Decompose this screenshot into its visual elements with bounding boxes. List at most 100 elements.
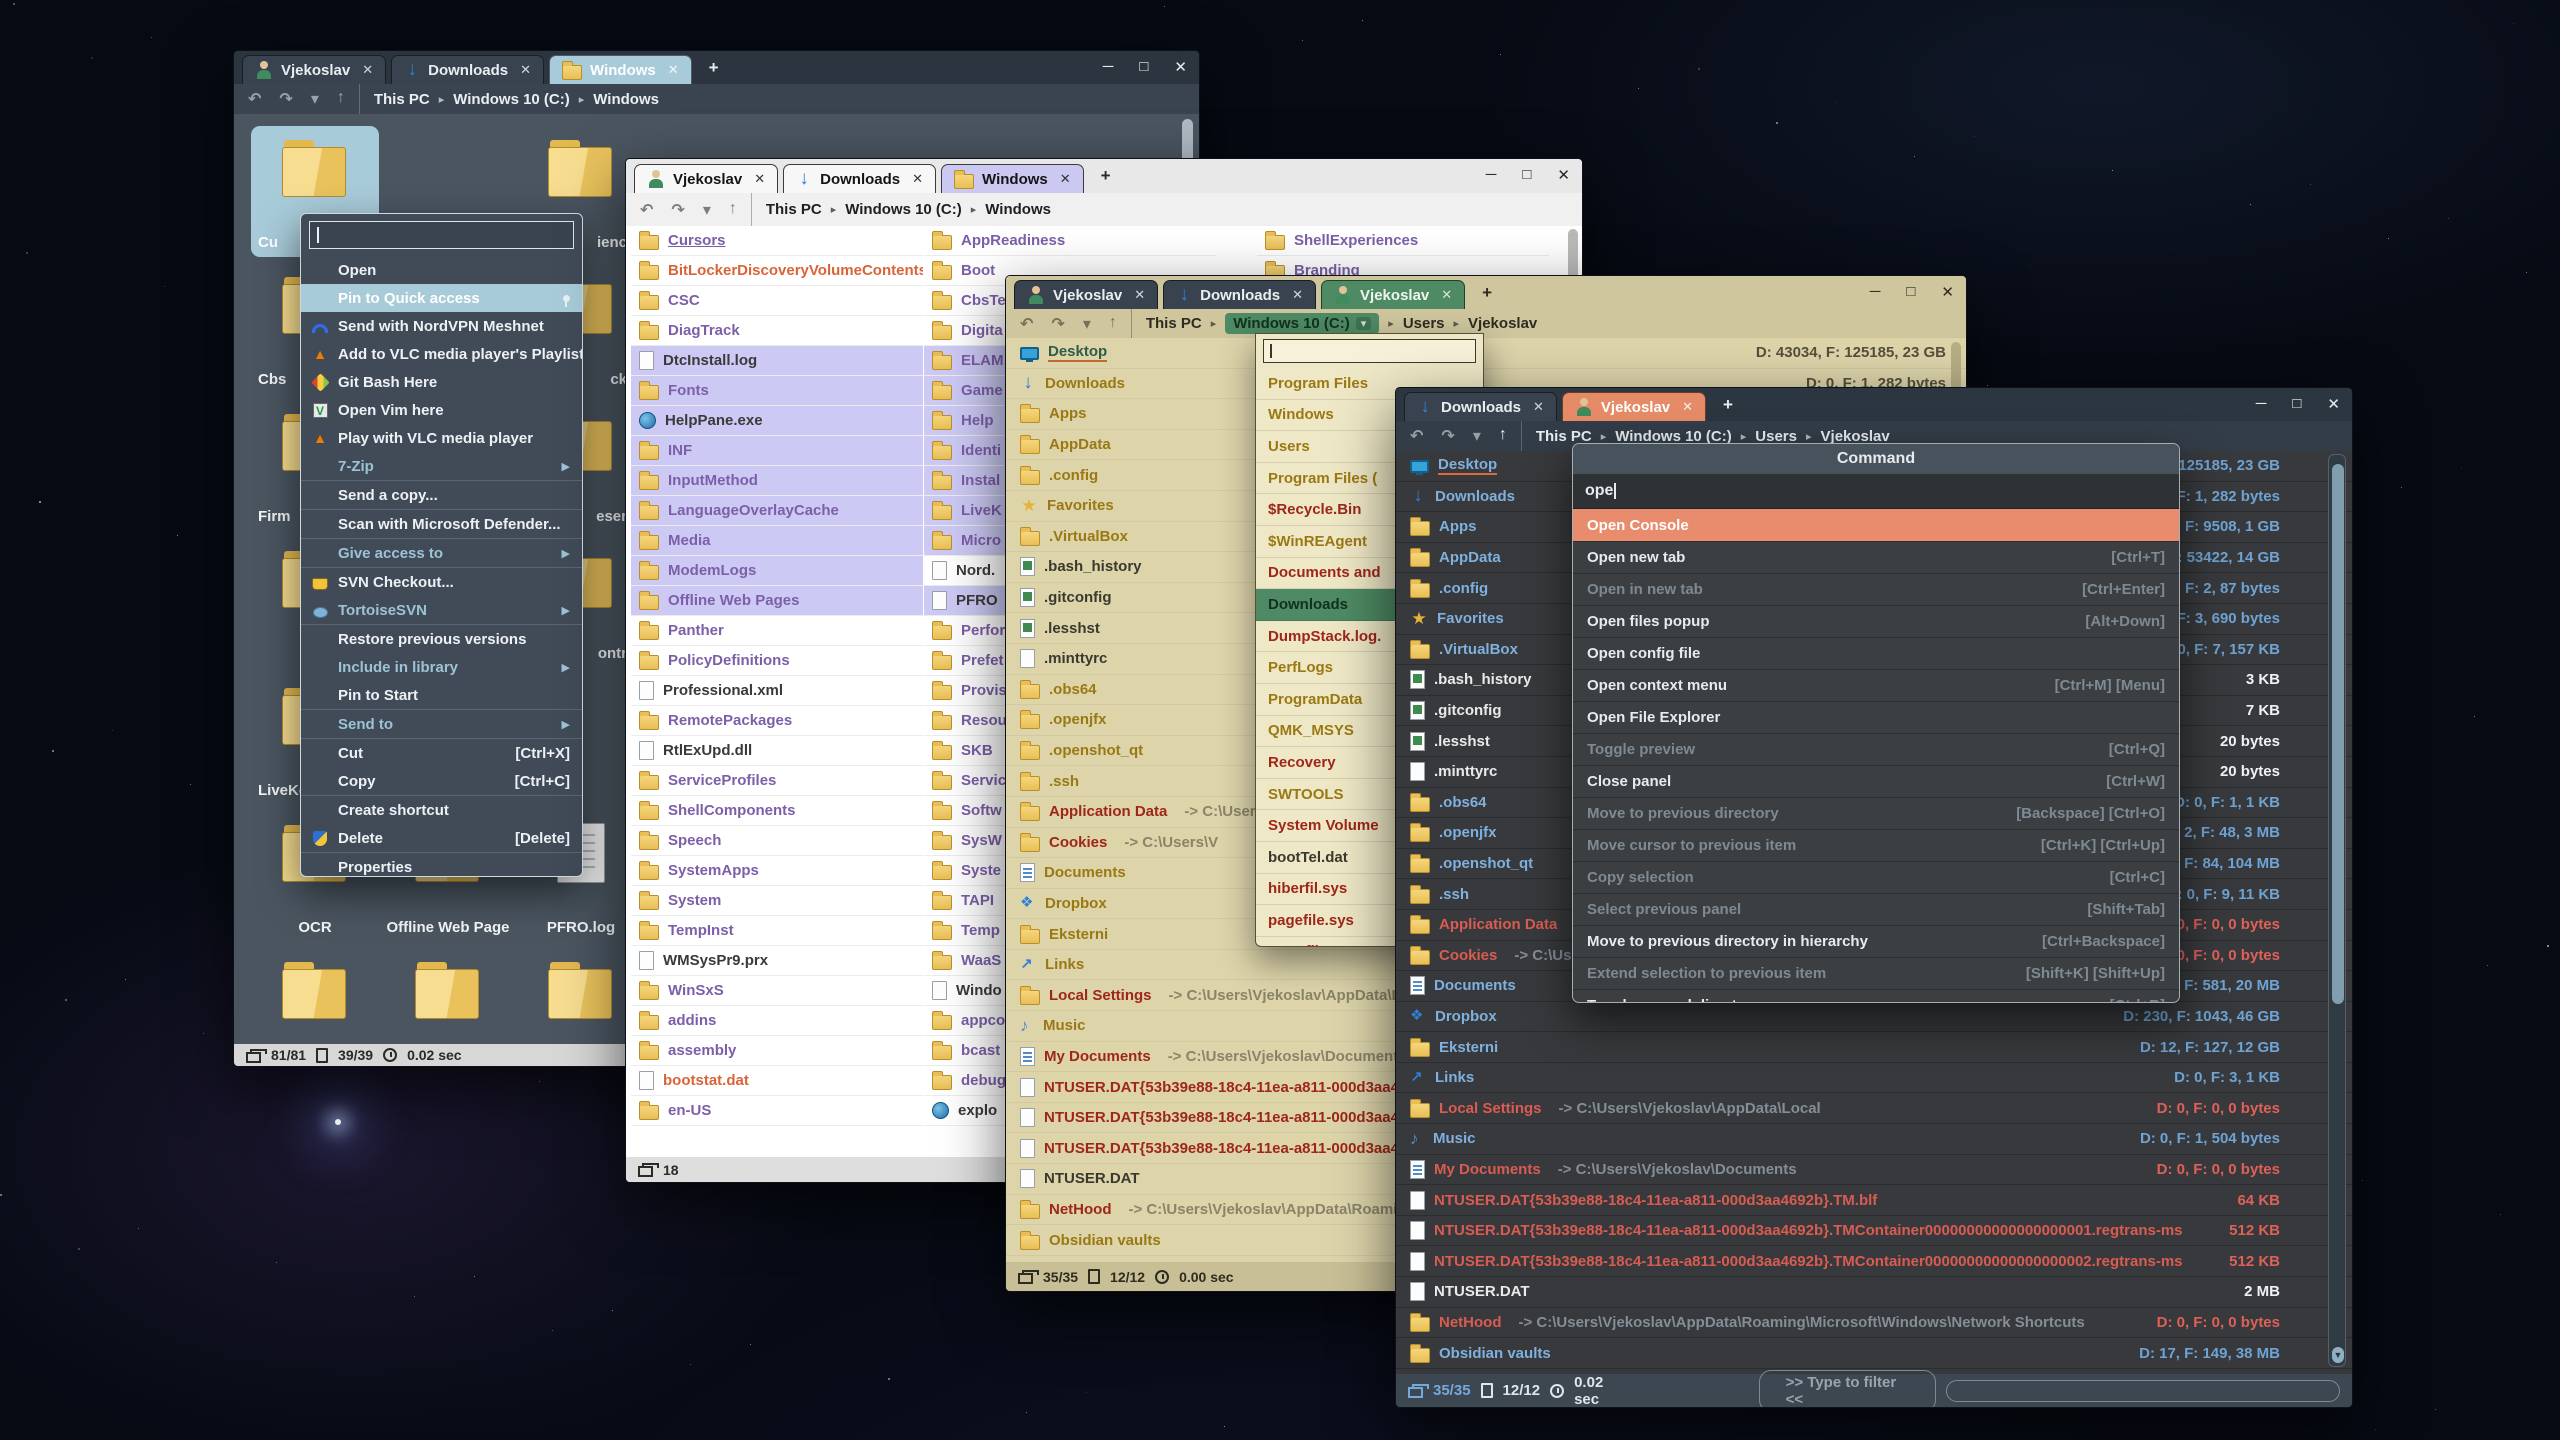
close-button[interactable]: ✕ xyxy=(2327,395,2340,413)
tab-windows[interactable]: Windows✕ xyxy=(941,164,1084,193)
maximize-button[interactable]: □ xyxy=(1906,283,1915,301)
file-row-media[interactable]: Media xyxy=(631,526,923,556)
close-button[interactable]: ✕ xyxy=(1557,166,1570,184)
command-move-to-previous-directory-in-hierarchy[interactable]: Move to previous directory in hierarchy[… xyxy=(1573,925,2179,957)
forward-button[interactable]: ↷ xyxy=(671,200,684,220)
tab-vjekoslav[interactable]: Vjekoslav✕ xyxy=(1562,392,1706,421)
forward-button[interactable]: ↷ xyxy=(1051,314,1064,334)
history-dropdown-button[interactable]: ▾ xyxy=(703,200,711,220)
command-copy-selection[interactable]: Copy selection[Ctrl+C] xyxy=(1573,861,2179,893)
file-row-ntuser-dat-53b39e88-18c4-11ea-a811-000d3[interactable]: NTUSER.DAT{53b39e88-18c4-11ea-a811-000d3… xyxy=(1396,1185,2352,1216)
file-row-systemapps[interactable]: SystemApps xyxy=(631,856,923,886)
tab-vjekoslav[interactable]: Vjekoslav✕ xyxy=(1321,280,1465,309)
menu-item-play-with-vlc-media-player[interactable]: Play with VLC media player xyxy=(301,424,582,452)
menu-item-open-vim-here[interactable]: Open Vim here xyxy=(301,396,582,424)
menu-item-copy[interactable]: Copy[Ctrl+C] xyxy=(301,767,582,795)
history-dropdown-button[interactable]: ▾ xyxy=(1083,314,1091,334)
history-dropdown-button[interactable]: ▾ xyxy=(1473,426,1481,446)
menu-item-tortoisesvn[interactable]: TortoiseSVN▶ xyxy=(301,596,582,624)
forward-button[interactable]: ↷ xyxy=(279,89,292,109)
tab-close-icon[interactable]: ✕ xyxy=(1292,287,1303,303)
file-row-panther[interactable]: Panther xyxy=(631,616,923,646)
file-row-shellexperiences[interactable]: ShellExperiences xyxy=(1257,226,1549,256)
menu-item-svn-checkout[interactable]: SVN Checkout... xyxy=(301,568,582,596)
menu-item-pin-to-quick-access[interactable]: Pin to Quick access xyxy=(301,284,582,312)
file-row-my-documents[interactable]: My Documents-> C:\Users\Vjekoslav\Docume… xyxy=(1396,1155,2352,1186)
file-row-links[interactable]: LinksD: 0, F: 3, 1 KB xyxy=(1396,1063,2352,1094)
file-row-winsxs[interactable]: WinSxS xyxy=(631,976,923,1006)
new-tab-button[interactable]: + xyxy=(697,58,731,78)
up-button[interactable]: ↑ xyxy=(1499,426,1507,446)
file-row-en-us[interactable]: en-US xyxy=(631,1096,923,1126)
file-row-addins[interactable]: addins xyxy=(631,1006,923,1036)
history-dropdown-button[interactable]: ▾ xyxy=(311,89,319,109)
file-row-ntuser-dat-53b39e88-18c4-11ea-a811-000d3[interactable]: NTUSER.DAT{53b39e88-18c4-11ea-a811-000d3… xyxy=(1396,1246,2352,1277)
back-button[interactable]: ↶ xyxy=(1020,314,1033,334)
up-button[interactable]: ↑ xyxy=(337,89,345,109)
horizontal-scrollbar[interactable] xyxy=(1946,1380,2340,1402)
breadcrumb-this-pc[interactable]: This PC xyxy=(374,91,430,108)
file-row-helppane-exe[interactable]: HelpPane.exe xyxy=(631,406,923,436)
type-to-filter-button[interactable]: >> Type to filter << xyxy=(1759,1370,1936,1409)
menu-item-send-to[interactable]: Send to▶ xyxy=(301,710,582,738)
file-row-wmsyspr9-prx[interactable]: WMSysPr9.prx xyxy=(631,946,923,976)
command-open-config-file[interactable]: Open config file xyxy=(1573,637,2179,669)
minimize-button[interactable]: ─ xyxy=(1870,283,1881,301)
close-button[interactable]: ✕ xyxy=(1941,283,1954,301)
file-tile-item[interactable] xyxy=(384,948,512,1044)
file-row-bitlockerdiscoveryvolumecontents[interactable]: BitLockerDiscoveryVolumeContents xyxy=(631,256,923,286)
back-button[interactable]: ↶ xyxy=(1410,426,1423,446)
drive-dropdown-caret-icon[interactable]: ▾ xyxy=(1356,317,1372,330)
up-button[interactable]: ↑ xyxy=(1109,314,1117,334)
menu-item-send-a-copy[interactable]: Send a copy... xyxy=(301,481,582,509)
file-row-ntuser-dat[interactable]: NTUSER.DAT2 MB xyxy=(1396,1277,2352,1308)
new-tab-button[interactable]: + xyxy=(1711,395,1745,415)
vertical-scrollbar-thumb[interactable] xyxy=(2332,464,2344,1004)
breadcrumb-vjekoslav[interactable]: Vjekoslav xyxy=(1468,315,1537,332)
file-row-shellcomponents[interactable]: ShellComponents xyxy=(631,796,923,826)
maximize-button[interactable]: □ xyxy=(1139,58,1148,76)
tab-close-icon[interactable]: ✕ xyxy=(520,62,531,78)
file-row-modemlogs[interactable]: ModemLogs xyxy=(631,556,923,586)
menu-item-send-with-nordvpn-meshnet[interactable]: Send with NordVPN Meshnet xyxy=(301,312,582,340)
menu-item-include-in-library[interactable]: Include in library▶ xyxy=(301,653,582,681)
file-row-system[interactable]: System xyxy=(631,886,923,916)
tab-downloads[interactable]: Downloads✕ xyxy=(1163,280,1316,309)
command-toggle-expand-directory[interactable]: Toggle expand directory[Ctrl+B] xyxy=(1573,989,2179,1003)
menu-item-7-zip[interactable]: 7-Zip▶ xyxy=(301,452,582,480)
minimize-button[interactable]: ─ xyxy=(1103,58,1114,76)
file-row-appreadiness[interactable]: AppReadiness xyxy=(924,226,1216,256)
file-row-local-settings[interactable]: Local Settings-> C:\Users\Vjekoslav\AppD… xyxy=(1396,1093,2352,1124)
command-open-console[interactable]: Open Console xyxy=(1573,509,2179,541)
back-button[interactable]: ↶ xyxy=(248,89,261,109)
file-row-nethood[interactable]: NetHood-> C:\Users\Vjekoslav\AppData\Roa… xyxy=(1396,1308,2352,1339)
menu-item-properties[interactable]: Properties xyxy=(301,853,582,877)
breadcrumb-users[interactable]: Users xyxy=(1755,428,1797,445)
tab-downloads[interactable]: Downloads✕ xyxy=(783,164,936,193)
tab-close-icon[interactable]: ✕ xyxy=(362,62,373,78)
file-row-inf[interactable]: INF xyxy=(631,436,923,466)
command-open-files-popup[interactable]: Open files popup[Alt+Down] xyxy=(1573,605,2179,637)
menu-item-delete[interactable]: Delete[Delete] xyxy=(301,824,582,852)
tab-downloads[interactable]: Downloads✕ xyxy=(1404,392,1557,421)
close-button[interactable]: ✕ xyxy=(1174,58,1187,76)
breadcrumb-users[interactable]: Users xyxy=(1403,315,1445,332)
file-row-rtlexupd-dll[interactable]: RtlExUpd.dll xyxy=(631,736,923,766)
tab-windows[interactable]: Windows✕ xyxy=(549,55,692,84)
file-row-desktop[interactable]: DesktopD: 43034, F: 125185, 23 GB xyxy=(1006,338,1966,369)
file-row-offline-web-pages[interactable]: Offline Web Pages xyxy=(631,586,923,616)
file-row-ntuser-dat-53b39e88-18c4-11ea-a811-000d3[interactable]: NTUSER.DAT{53b39e88-18c4-11ea-a811-000d3… xyxy=(1396,1216,2352,1247)
command-open-context-menu[interactable]: Open context menu[Ctrl+M] [Menu] xyxy=(1573,669,2179,701)
tab-downloads[interactable]: Downloads✕ xyxy=(391,55,544,84)
breadcrumb-this-pc[interactable]: This PC xyxy=(1536,428,1592,445)
tab-close-icon[interactable]: ✕ xyxy=(754,171,765,187)
menu-item-restore-previous-versions[interactable]: Restore previous versions xyxy=(301,625,582,653)
new-tab-button[interactable]: + xyxy=(1089,166,1123,186)
forward-button[interactable]: ↷ xyxy=(1441,426,1454,446)
command-palette-input[interactable]: ope xyxy=(1573,474,2179,509)
breadcrumb-windows-10-c[interactable]: Windows 10 (C:)▾ xyxy=(1225,313,1379,334)
context-menu-filter-input[interactable] xyxy=(309,221,574,249)
tab-close-icon[interactable]: ✕ xyxy=(1441,287,1452,303)
file-row-serviceprofiles[interactable]: ServiceProfiles xyxy=(631,766,923,796)
menu-item-create-shortcut[interactable]: Create shortcut xyxy=(301,796,582,824)
